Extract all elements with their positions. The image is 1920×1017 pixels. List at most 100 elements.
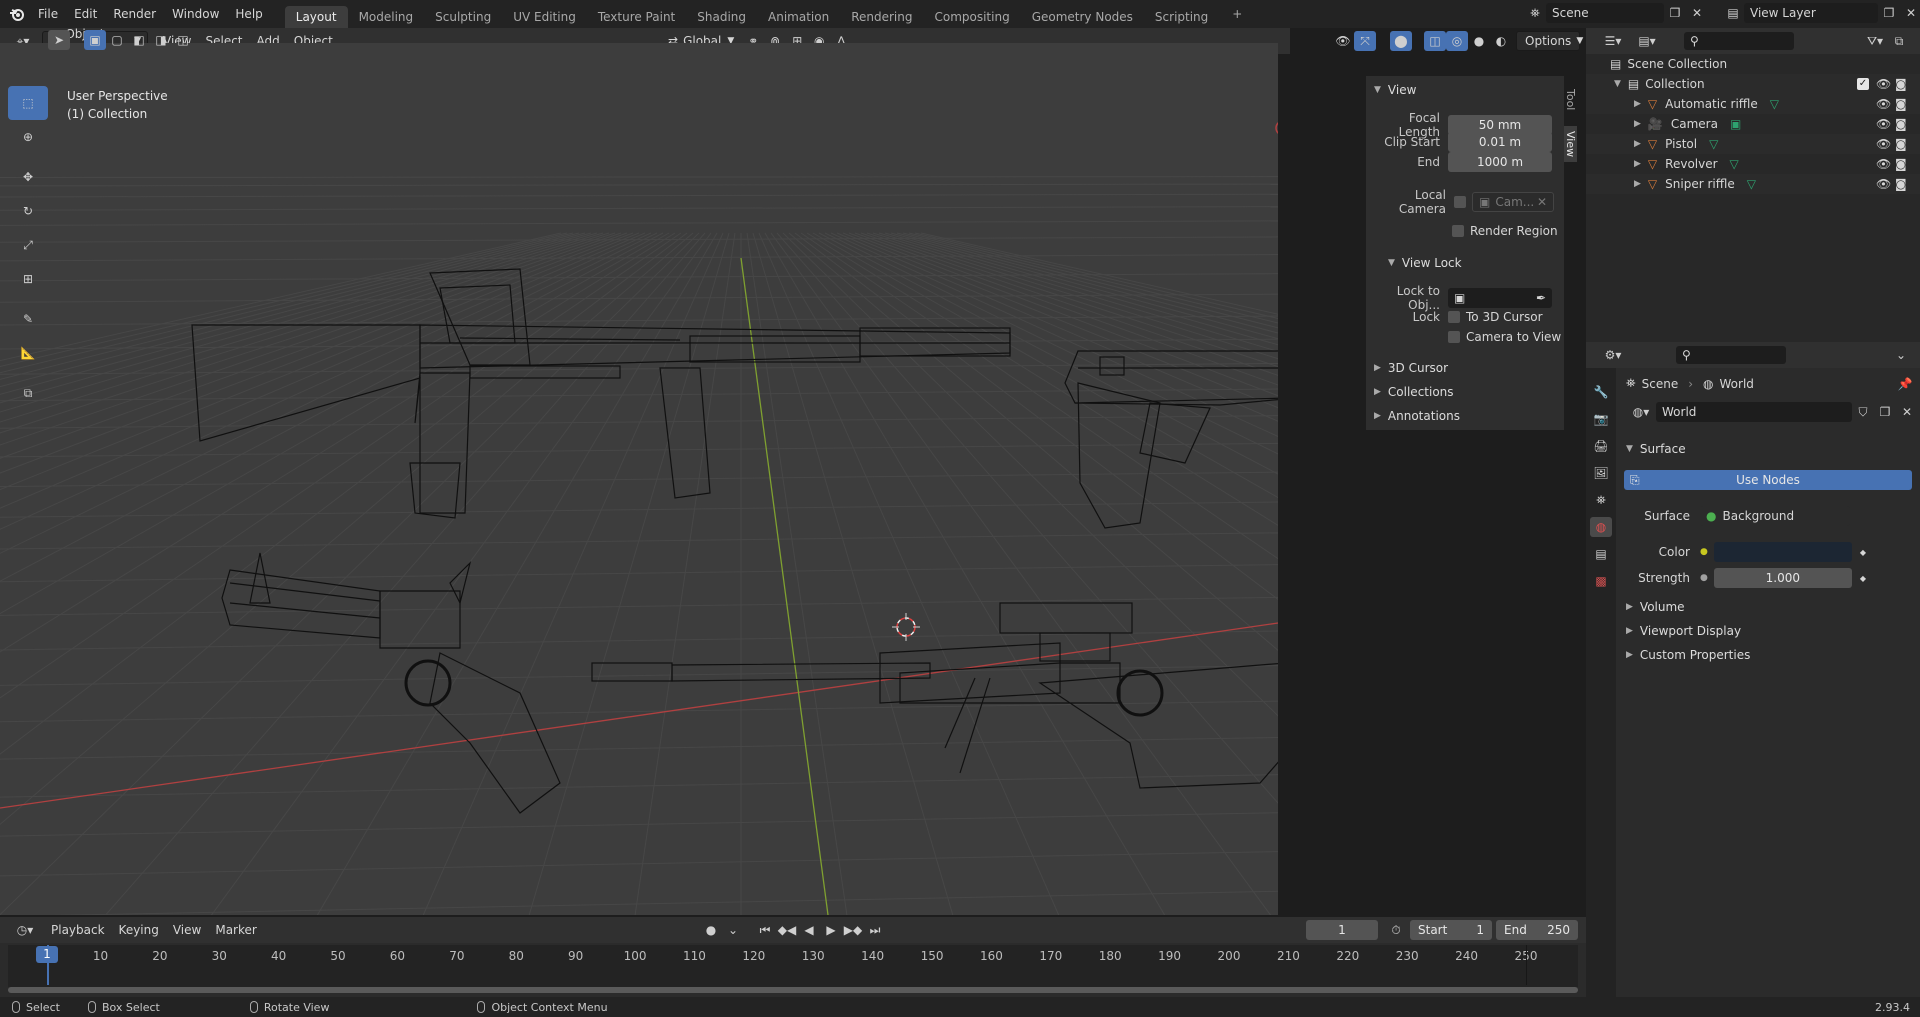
end-frame-field[interactable]: End 250	[1496, 920, 1578, 940]
tab-rendering[interactable]: Rendering	[840, 6, 923, 28]
local-camera-checkbox[interactable]	[1454, 196, 1466, 208]
view-layer-properties-icon[interactable]: 🖼	[1590, 463, 1612, 483]
outliner-item[interactable]: ▶ ▽ Pistol ▽ 👁 ◙	[1586, 134, 1920, 154]
scale-tool-icon[interactable]: ⤢	[8, 228, 48, 262]
surface-shader-field[interactable]: ● Background	[1700, 506, 1850, 526]
gizmo-icon[interactable]: ⤧	[1354, 31, 1376, 51]
measure-tool-icon[interactable]: 📐	[8, 336, 48, 370]
view-lock-header[interactable]: ▼ View Lock	[1388, 256, 1462, 270]
camera-render-icon[interactable]: ◙	[1895, 117, 1907, 131]
new-collection-icon[interactable]: ⧉	[1888, 31, 1910, 51]
timeline-menu-view[interactable]: View	[166, 917, 208, 943]
pin-icon[interactable]: 📌	[1894, 374, 1916, 394]
play-reverse-icon[interactable]: ◀	[798, 920, 820, 940]
tab-uv-editing[interactable]: UV Editing	[502, 6, 587, 28]
render-region-checkbox[interactable]	[1452, 225, 1464, 237]
view-layer-icon[interactable]: ▤	[1722, 3, 1744, 23]
scene-icon[interactable]: ⛯	[1524, 3, 1546, 23]
xray-icon[interactable]: ◫	[1424, 31, 1446, 51]
render-properties-icon[interactable]: 📷	[1590, 409, 1612, 429]
camera-render-icon[interactable]: ◙	[1895, 97, 1907, 111]
move-tool-icon[interactable]: ✥	[8, 160, 48, 194]
tab-tool[interactable]: Tool	[1564, 80, 1577, 120]
outliner-item[interactable]: ▶ ▽ Sniper riffle ▽ 👁 ◙	[1586, 174, 1920, 194]
scene-collection-row[interactable]: ▤ Scene Collection	[1586, 54, 1920, 74]
keyframe-dot-icon[interactable]: ◆	[1860, 548, 1866, 557]
prev-keyframe-icon[interactable]: ◆◀	[776, 920, 798, 940]
outliner-item[interactable]: ▶ ▽ Automatic riffle ▽ 👁 ◙	[1586, 94, 1920, 114]
custom-properties-section[interactable]: ▶ Custom Properties	[1626, 648, 1750, 662]
tab-shading[interactable]: Shading	[686, 6, 757, 28]
chevron-right-icon[interactable]: ▶	[1634, 139, 1641, 149]
chevron-right-icon[interactable]: ▶	[1634, 99, 1641, 109]
tab-sculpting[interactable]: Sculpting	[424, 6, 502, 28]
eye-icon[interactable]: 👁	[1876, 157, 1891, 171]
select-box-tool-icon[interactable]: ⬚	[8, 86, 48, 120]
duplicate-world-icon[interactable]: ❐	[1874, 402, 1896, 422]
select-extend-icon[interactable]: ▢	[106, 30, 128, 50]
select-intersect-icon[interactable]: ◫	[172, 30, 194, 50]
jump-end-icon[interactable]: ⏭	[864, 920, 886, 940]
menu-help[interactable]: Help	[227, 0, 270, 28]
tab-texture-paint[interactable]: Texture Paint	[587, 6, 686, 28]
record-icon[interactable]: ●	[700, 920, 722, 940]
visibility-icon[interactable]: 👁	[1332, 31, 1354, 51]
add-workspace-button[interactable]: +	[1221, 3, 1253, 25]
chevron-right-icon[interactable]: ▶	[1634, 119, 1641, 129]
mesh-data-icon[interactable]: ▽	[1770, 97, 1779, 111]
eye-icon[interactable]: 👁	[1876, 97, 1891, 111]
wireframe-shading-icon[interactable]: ◎	[1446, 31, 1468, 51]
volume-section[interactable]: ▶ Volume	[1626, 600, 1685, 614]
tab-layout[interactable]: Layout	[284, 6, 348, 28]
unlink-world-icon[interactable]: ✕	[1896, 402, 1918, 422]
strength-field[interactable]: 1.000	[1713, 568, 1852, 588]
rotate-tool-icon[interactable]: ↻	[8, 194, 48, 228]
tab-compositing[interactable]: Compositing	[923, 6, 1020, 28]
current-frame-field[interactable]: 1	[1306, 920, 1378, 940]
eyedropper-icon[interactable]: ✒	[1536, 291, 1546, 305]
clip-start-field[interactable]: 0.01 m	[1448, 132, 1552, 152]
tab-geometry-nodes[interactable]: Geometry Nodes	[1021, 6, 1144, 28]
eye-icon[interactable]: 👁	[1876, 137, 1891, 151]
new-view-layer-icon[interactable]: ❐	[1878, 3, 1900, 23]
pistol-mesh[interactable]	[1064, 350, 1278, 529]
chevron-down-icon[interactable]: ⌄	[1890, 345, 1912, 365]
annotate-tool-icon[interactable]: ✎	[8, 302, 48, 336]
material-shading-icon[interactable]: ◐	[1490, 31, 1512, 51]
camera-to-view-checkbox[interactable]	[1448, 331, 1460, 343]
view-panel-header[interactable]: ▼ View	[1374, 83, 1416, 97]
output-properties-icon[interactable]: 🖨	[1590, 436, 1612, 456]
timeline-menu-keying[interactable]: Keying	[112, 917, 166, 943]
view-layer-selector[interactable]: View Layer	[1744, 3, 1878, 23]
navigation-gizmo[interactable]: X Z Y	[1275, 89, 1278, 167]
delete-scene-icon[interactable]: ✕	[1686, 3, 1708, 23]
eye-icon[interactable]: 👁	[1876, 117, 1891, 131]
surface-panel-header[interactable]: ▼ Surface	[1626, 442, 1686, 456]
fake-user-shield-icon[interactable]: ⛉	[1852, 402, 1874, 422]
new-scene-icon[interactable]: ❐	[1664, 3, 1686, 23]
clip-end-field[interactable]: 1000 m	[1448, 152, 1552, 172]
select-invert-icon[interactable]: ◨	[150, 30, 172, 50]
outliner-item[interactable]: ▶ ▽ Revolver ▽ 👁 ◙	[1586, 154, 1920, 174]
tab-scripting[interactable]: Scripting	[1144, 6, 1219, 28]
properties-editor-icon[interactable]: ⚙▾	[1598, 345, 1628, 365]
outliner-item[interactable]: ▶ 🎥 Camera ▣ 👁 ◙	[1586, 114, 1920, 134]
jump-start-icon[interactable]: ⏮	[754, 920, 776, 940]
next-keyframe-icon[interactable]: ▶◆	[842, 920, 864, 940]
chevron-right-icon[interactable]: ▶	[1634, 159, 1641, 169]
world-color-swatch[interactable]	[1713, 542, 1852, 562]
camera-render-icon[interactable]: ◙	[1895, 177, 1907, 191]
timeline-menu-marker[interactable]: Marker	[208, 917, 263, 943]
scene-selector[interactable]: Scene	[1546, 3, 1664, 23]
world-name-field[interactable]: World	[1656, 402, 1852, 422]
camera-render-icon[interactable]: ◙	[1895, 77, 1907, 91]
3d-viewport[interactable]: X Z Y User Perspective (1) Collection 🔍 …	[0, 43, 1278, 915]
camera-render-icon[interactable]: ◙	[1895, 157, 1907, 171]
close-icon[interactable]: ✕	[1537, 195, 1547, 209]
menu-file[interactable]: File	[30, 0, 66, 28]
automatic-riffle-mesh[interactable]	[191, 268, 1011, 519]
tool-properties-icon[interactable]: 🔧	[1590, 382, 1612, 402]
timeline-scrollbar[interactable]	[8, 987, 1578, 993]
delete-view-layer-icon[interactable]: ✕	[1900, 3, 1920, 23]
keyframe-options-icon[interactable]: ⌄	[722, 920, 744, 940]
